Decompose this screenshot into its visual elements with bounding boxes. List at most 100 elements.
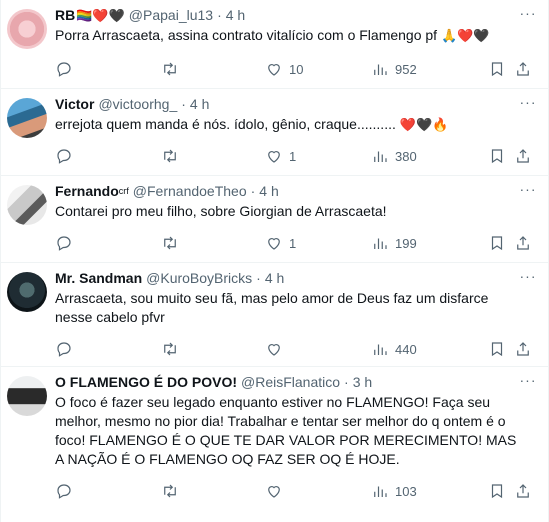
tweet-header: Victor @victoorhg_ · 4 h (55, 95, 534, 114)
retweet-icon (164, 62, 176, 76)
retweet-button[interactable] (161, 147, 185, 165)
like-icon (268, 344, 280, 356)
bookmark-icon (491, 342, 503, 357)
separator-dot: · (344, 374, 349, 390)
reply-button[interactable] (55, 340, 79, 358)
tweet[interactable]: RB 🏳️‍🌈❤️🖤 @Papai_lu13 · 4 h ··· Porra A… (1, 0, 548, 89)
bookmark-button[interactable] (488, 340, 506, 358)
timestamp[interactable]: 4 h (190, 95, 209, 114)
user-handle[interactable]: @victoorhg_ (98, 95, 177, 114)
user-handle[interactable]: @KuroBoyBricks (146, 269, 252, 288)
tweet-header: Mr. Sandman @KuroBoyBricks · 4 h (55, 269, 534, 288)
action-bar: 1 380 (55, 146, 534, 166)
timestamp[interactable]: 3 h (353, 373, 372, 392)
bookmark-button[interactable] (488, 234, 506, 252)
retweet-icon (164, 484, 176, 498)
display-name[interactable]: RB (55, 6, 75, 25)
user-handle[interactable]: @FernandoeTheo (133, 182, 247, 201)
user-handle[interactable]: @ReisFlanatico (241, 373, 340, 392)
bookmark-button[interactable] (488, 147, 506, 165)
like-icon (268, 64, 280, 76)
like-icon (268, 151, 280, 163)
retweet-icon (164, 342, 176, 356)
views-button[interactable]: 103 (371, 482, 417, 500)
views-button[interactable]: 952 (371, 60, 417, 78)
bookmark-button[interactable] (488, 482, 506, 500)
reply-icon (57, 236, 71, 251)
like-button[interactable] (265, 482, 289, 500)
tweet-text: O foco é fazer seu legado enquanto estiv… (55, 394, 517, 467)
tweet-text: Contarei pro meu filho, sobre Giorgian d… (55, 203, 387, 219)
avatar[interactable] (7, 185, 47, 225)
views-button[interactable]: 199 (371, 234, 417, 252)
share-button[interactable] (514, 482, 532, 500)
more-dots-icon[interactable]: ··· (518, 182, 538, 201)
display-name[interactable]: Mr. Sandman (55, 269, 142, 288)
like-button[interactable]: 10 (265, 60, 303, 78)
more-dots-icon[interactable]: ··· (518, 373, 538, 392)
share-button[interactable] (514, 60, 532, 78)
views-button[interactable]: 380 (371, 147, 417, 165)
avatar[interactable] (7, 272, 47, 312)
share-icon (517, 236, 529, 250)
separator-dot: · (256, 270, 261, 286)
display-name[interactable]: Fernando (55, 182, 119, 201)
retweet-button[interactable] (161, 60, 185, 78)
like-count: 1 (289, 235, 297, 251)
more-dots-icon[interactable]: ··· (518, 6, 538, 25)
reply-icon (57, 62, 71, 77)
action-bar: 1 199 (55, 233, 534, 253)
like-button[interactable] (265, 340, 289, 358)
like-button[interactable]: 1 (265, 234, 296, 252)
action-bar: 10 952 (55, 59, 534, 79)
view-count: 103 (395, 483, 417, 499)
tweet-text: errejota quem manda é nós. ídolo, gênio,… (55, 115, 534, 134)
tweet[interactable]: O FLAMENGO É DO POVO! @ReisFlanatico · 3… (1, 367, 548, 522)
reply-icon (57, 484, 71, 499)
tweet-emojis: 🙏❤️🖤 (440, 28, 490, 43)
tweet[interactable]: Victor @victoorhg_ · 4 h ··· errejota qu… (1, 89, 548, 176)
tweet-header: RB 🏳️‍🌈❤️🖤 @Papai_lu13 · 4 h (55, 6, 534, 25)
view-count: 380 (395, 148, 417, 164)
reply-button[interactable] (55, 147, 79, 165)
retweet-button[interactable] (161, 340, 185, 358)
avatar[interactable] (7, 376, 47, 416)
action-bar: 103 (55, 481, 534, 501)
timestamp[interactable]: 4 h (259, 182, 278, 201)
display-name[interactable]: O FLAMENGO É DO POVO! (55, 373, 237, 392)
views-button[interactable]: 440 (371, 340, 417, 358)
name-superscript: crf (118, 186, 129, 196)
share-button[interactable] (514, 147, 532, 165)
timestamp[interactable]: 4 h (226, 6, 245, 25)
share-button[interactable] (514, 234, 532, 252)
avatar[interactable] (7, 9, 47, 49)
tweet-text-content: errejota quem manda é nós. ídolo, gênio,… (55, 116, 396, 132)
share-button[interactable] (514, 340, 532, 358)
tweet[interactable]: Mr. Sandman @KuroBoyBricks · 4 h ··· Arr… (1, 263, 548, 367)
timeline-feed: RB 🏳️‍🌈❤️🖤 @Papai_lu13 · 4 h ··· Porra A… (0, 0, 549, 522)
avatar[interactable] (7, 98, 47, 138)
bookmark-icon (491, 62, 503, 77)
more-dots-icon[interactable]: ··· (518, 95, 538, 114)
action-bar: 440 (55, 339, 534, 359)
bookmark-button[interactable] (488, 60, 506, 78)
reply-button[interactable] (55, 482, 79, 500)
reply-button[interactable] (55, 60, 79, 78)
retweet-button[interactable] (161, 234, 185, 252)
like-count: 10 (289, 61, 304, 77)
separator-dot: · (217, 7, 222, 23)
tweet-body: Fernando crf @FernandoeTheo · 4 h ··· Con… (55, 182, 536, 262)
share-icon (517, 149, 529, 163)
like-button[interactable]: 1 (265, 147, 296, 165)
reply-button[interactable] (55, 234, 79, 252)
tweet[interactable]: Fernando crf @FernandoeTheo · 4 h ··· Con… (1, 176, 548, 263)
retweet-button[interactable] (161, 482, 185, 500)
share-icon (517, 342, 529, 356)
views-icon (374, 238, 387, 249)
user-handle[interactable]: @Papai_lu13 (129, 6, 213, 25)
bookmark-icon (491, 484, 503, 499)
tweet-header: O FLAMENGO É DO POVO! @ReisFlanatico · 3… (55, 373, 534, 392)
timestamp[interactable]: 4 h (265, 269, 284, 288)
display-name[interactable]: Victor (55, 95, 94, 114)
more-dots-icon[interactable]: ··· (518, 269, 538, 288)
